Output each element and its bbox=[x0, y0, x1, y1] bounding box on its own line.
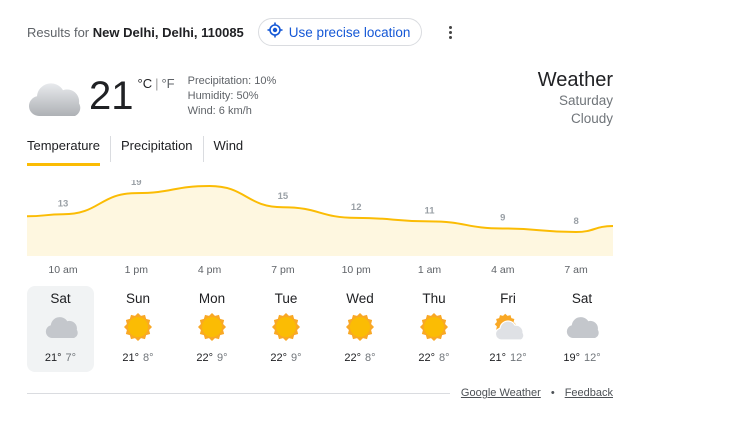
day-card[interactable]: Mon 22° 9° bbox=[175, 286, 249, 372]
time-label: 10 pm bbox=[341, 264, 371, 276]
day-low: 8° bbox=[143, 352, 154, 364]
cloudy-icon bbox=[27, 311, 94, 343]
location-target-icon bbox=[267, 22, 283, 43]
day-name: Thu bbox=[422, 291, 446, 306]
temperature-point-label: 12 bbox=[351, 202, 362, 213]
footer: Google Weather • Feedback bbox=[460, 387, 613, 399]
day-low: 8° bbox=[439, 352, 450, 364]
temperature-point-label: 8 bbox=[573, 216, 578, 227]
footer-divider bbox=[27, 393, 450, 394]
day-high: 22° bbox=[418, 352, 436, 364]
temperature-point-label: 11 bbox=[424, 205, 435, 216]
day-card[interactable]: Tue 22° 9° bbox=[249, 286, 323, 372]
sunny-icon bbox=[175, 311, 249, 343]
tab-precipitation[interactable]: Precipitation bbox=[109, 136, 203, 162]
current-conditions: 21 °C | °F Precipitation: 10% Humidity: … bbox=[27, 72, 276, 124]
day-high: 21° bbox=[44, 352, 62, 364]
more-options-icon[interactable] bbox=[442, 25, 458, 39]
cloudy-icon bbox=[545, 311, 619, 343]
day-name: Sat bbox=[50, 291, 71, 306]
current-condition: Cloudy bbox=[570, 111, 613, 126]
day-card[interactable]: Wed 22° 8° bbox=[323, 286, 397, 372]
tab-wind[interactable]: Wind bbox=[202, 136, 254, 162]
weather-heading: Weather bbox=[537, 69, 613, 91]
cloudy-icon bbox=[27, 76, 83, 124]
humidity-value: Humidity: 50% bbox=[187, 90, 259, 102]
forecast-tabs: Temperature Precipitation Wind bbox=[27, 136, 254, 166]
temperature-point-label: 21 bbox=[204, 180, 215, 181]
time-label: 4 pm bbox=[197, 264, 222, 276]
day-name: Sun bbox=[125, 291, 151, 306]
day-temps: 22° 9° bbox=[249, 352, 323, 364]
day-card[interactable]: Sun 21° 8° bbox=[101, 286, 175, 372]
day-temps: 22° 8° bbox=[397, 352, 471, 364]
sunny-icon bbox=[249, 311, 323, 343]
celsius-unit[interactable]: °C bbox=[138, 76, 153, 91]
current-details: Precipitation: 10% Humidity: 50% Wind: 6… bbox=[188, 74, 277, 119]
temperature-chart: 13 19 21 15 12 11 9 8 bbox=[27, 180, 614, 256]
day-temps: 22° 8° bbox=[323, 352, 397, 364]
results-location: Results for New Delhi, Delhi, 110085 bbox=[27, 25, 244, 40]
weather-title-block: Weather Saturday Cloudy bbox=[538, 68, 613, 128]
day-low: 7° bbox=[65, 352, 77, 364]
day-temps: 21° 7° bbox=[27, 352, 94, 364]
temperature-point-label: 15 bbox=[278, 191, 289, 202]
day-high: 22° bbox=[270, 352, 288, 364]
day-low: 12° bbox=[584, 352, 601, 364]
day-temps: 21° 8° bbox=[101, 352, 175, 364]
day-name: Mon bbox=[198, 291, 226, 306]
day-card[interactable]: Fri 21° 12° bbox=[471, 286, 545, 372]
day-name: Fri bbox=[500, 291, 516, 306]
day-low: 8° bbox=[365, 352, 376, 364]
day-temps: 19° 12° bbox=[545, 352, 619, 364]
precipitation-value: Precipitation: 10% bbox=[187, 75, 277, 87]
temperature-point-label: 9 bbox=[500, 212, 505, 223]
day-high: 22° bbox=[344, 352, 362, 364]
day-high: 21° bbox=[489, 352, 506, 364]
day-name: Sat bbox=[571, 291, 593, 306]
sunny-icon bbox=[101, 311, 175, 343]
location-name: New Delhi, Delhi, 110085 bbox=[92, 24, 244, 40]
tab-temperature[interactable]: Temperature bbox=[27, 136, 110, 166]
current-day: Saturday bbox=[558, 93, 613, 108]
use-precise-location-label: Use precise location bbox=[288, 24, 411, 40]
day-high: 19° bbox=[563, 352, 580, 364]
day-low: 9° bbox=[291, 352, 302, 364]
time-label: 4 am bbox=[491, 264, 515, 276]
fahrenheit-unit[interactable]: °F bbox=[161, 76, 174, 91]
time-label: 10 am bbox=[48, 264, 78, 276]
partly-cloudy-icon bbox=[471, 311, 545, 343]
day-name: Tue bbox=[274, 291, 298, 306]
day-name: Wed bbox=[346, 291, 374, 306]
day-high: 21° bbox=[122, 352, 140, 364]
time-label: 7 pm bbox=[271, 264, 295, 276]
feedback-link[interactable]: Feedback bbox=[565, 387, 613, 399]
day-high: 22° bbox=[196, 352, 214, 364]
sunny-icon bbox=[323, 311, 397, 343]
location-bar: Results for New Delhi, Delhi, 110085 Use… bbox=[27, 17, 458, 47]
unit-toggle: °C | °F bbox=[137, 76, 175, 91]
day-card[interactable]: Sat 21° 7° bbox=[27, 286, 94, 372]
use-precise-location-button[interactable]: Use precise location bbox=[257, 18, 423, 46]
sunny-icon bbox=[397, 311, 471, 343]
current-temperature: 21 bbox=[89, 74, 134, 118]
time-label: 7 am bbox=[564, 264, 588, 276]
time-label: 1 am bbox=[417, 264, 442, 276]
results-prefix: Results for bbox=[27, 24, 90, 40]
time-label: 1 pm bbox=[124, 264, 148, 276]
temperature-point-label: 19 bbox=[131, 180, 142, 188]
day-low: 9° bbox=[217, 352, 228, 364]
temperature-point-label: 13 bbox=[58, 198, 69, 209]
day-low: 12° bbox=[510, 352, 527, 364]
chart-time-labels: 10 am 1 pm 4 pm 7 pm 10 pm 1 am 4 am 7 am bbox=[27, 264, 617, 278]
day-temps: 21° 12° bbox=[471, 352, 545, 364]
google-weather-link[interactable]: Google Weather bbox=[461, 387, 541, 399]
day-temps: 22° 9° bbox=[175, 352, 249, 364]
day-card[interactable]: Sat 19° 12° bbox=[545, 286, 619, 372]
wind-value: Wind: 6 km/h bbox=[187, 105, 252, 117]
day-card[interactable]: Thu 22° 8° bbox=[397, 286, 471, 372]
daily-forecast: Sat 21° 7° Sun 21° 8° Mon 22° 9° Tue 22° 9° … bbox=[27, 286, 619, 372]
